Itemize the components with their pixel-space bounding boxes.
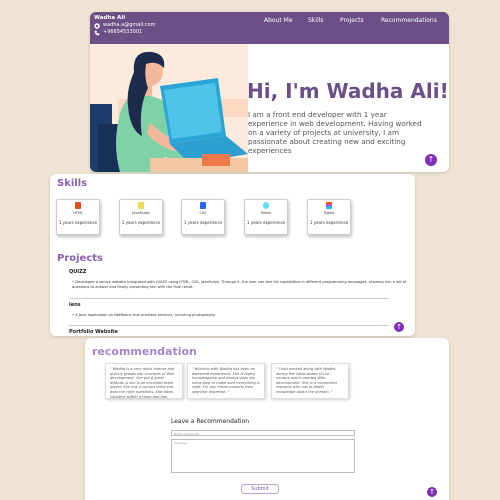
phone-icon bbox=[94, 30, 100, 36]
scroll-top-button[interactable]: ↑ bbox=[394, 322, 404, 332]
html-icon bbox=[75, 202, 81, 209]
email-text[interactable]: wadha.a@gmail.com bbox=[103, 22, 155, 29]
submit-button[interactable]: Submit bbox=[241, 484, 279, 494]
skill-card-figma: Figma 1 years experience bbox=[307, 199, 351, 235]
project-name-quizz: QUIZZ bbox=[69, 269, 87, 275]
scroll-top-button[interactable]: ↑ bbox=[425, 154, 437, 166]
recommendation-card: " I had worked along with Wadha during t… bbox=[271, 363, 349, 399]
skill-card-html: HTML 1 years experience bbox=[56, 199, 100, 235]
header-bar: Wadha Ali wadha.a@gmail.com +96654533001… bbox=[90, 12, 449, 44]
message-textarea[interactable]: Message bbox=[171, 439, 355, 473]
recommendation-section: recommendation " Wadha is a very quick l… bbox=[85, 338, 449, 500]
nav-about[interactable]: About Me bbox=[264, 17, 293, 24]
figma-icon bbox=[326, 202, 332, 209]
phone-text[interactable]: +96654533001 bbox=[103, 29, 142, 36]
divider bbox=[69, 325, 389, 326]
projects-title: Projects bbox=[57, 253, 104, 264]
skills-projects-section: Skills HTML 1 years experience JavaScrip… bbox=[50, 174, 415, 336]
nav-projects[interactable]: Projects bbox=[340, 17, 364, 24]
recommendation-card: " Wadha is a very quick learner and quic… bbox=[105, 363, 183, 399]
skill-card-css: CSS 1 years experience bbox=[181, 199, 225, 235]
skills-title: Skills bbox=[57, 178, 88, 189]
react-icon bbox=[263, 202, 269, 209]
email-icon bbox=[94, 22, 100, 29]
name-input[interactable]: Name (Optional) bbox=[171, 430, 355, 436]
scroll-top-button[interactable]: ↑ bbox=[427, 487, 437, 497]
recommendation-title: recommendation bbox=[92, 345, 197, 358]
divider bbox=[69, 298, 389, 299]
leave-recommendation-title: Leave a Recommendation bbox=[171, 418, 250, 425]
skill-card-javascript: JavaScript 1 years experience bbox=[119, 199, 163, 235]
hero-section: Wadha Ali wadha.a@gmail.com +96654533001… bbox=[90, 12, 449, 172]
project-name-portfolio: Portfolio Website bbox=[69, 329, 118, 335]
project-desc-lens: • A Java application on NetBeans that pr… bbox=[72, 313, 216, 317]
hero-illustration bbox=[90, 44, 248, 172]
project-desc-quizz: • Developed a secure website integrated … bbox=[72, 280, 407, 289]
skill-card-react: React 1 years experience bbox=[244, 199, 288, 235]
owner-name: Wadha Ali bbox=[94, 15, 126, 21]
hero-title: Hi, I'm Wadha Ali! 👋 bbox=[247, 79, 449, 103]
recommendation-card: " Working with Wadha has been an awesome… bbox=[187, 363, 265, 399]
css-icon bbox=[200, 202, 206, 209]
contact-info: Wadha Ali wadha.a@gmail.com +96654533001 bbox=[94, 15, 155, 36]
javascript-icon bbox=[138, 202, 144, 209]
nav-skills[interactable]: Skills bbox=[308, 17, 323, 24]
project-name-lens: lens bbox=[69, 302, 81, 308]
nav-recommendations[interactable]: Recommendations bbox=[381, 17, 437, 24]
hero-description: I am a front end developer with 1 year e… bbox=[248, 110, 422, 155]
